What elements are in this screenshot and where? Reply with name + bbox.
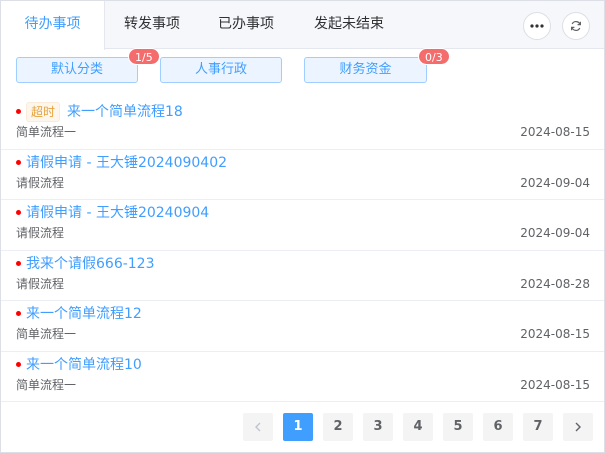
unread-dot <box>16 260 21 266</box>
list-item[interactable]: 请假申请 - 王大锤2024090402 请假流程 2024-09-04 <box>1 150 604 200</box>
unread-dot <box>16 159 21 165</box>
item-date: 2024-08-15 <box>520 125 590 139</box>
list-item[interactable]: 超时 来一个简单流程18 简单流程一 2024-08-15 <box>1 99 604 150</box>
page-button[interactable]: 5 <box>443 413 473 441</box>
item-date: 2024-08-15 <box>520 327 590 341</box>
list-item[interactable]: 我来个请假666-123 请假流程 2024-08-28 <box>1 251 604 301</box>
page-button[interactable]: 6 <box>483 413 513 441</box>
page-button[interactable]: 3 <box>363 413 393 441</box>
item-process: 简单流程一 <box>16 327 77 341</box>
tab-bar: 待办事项 转发事项 已办事项 发起未结束 <box>1 1 604 50</box>
overdue-tag: 超时 <box>26 102 61 122</box>
item-title[interactable]: 请假申请 - 王大锤2024090402 <box>26 153 227 173</box>
page-button[interactable]: 7 <box>523 413 553 441</box>
category-default-badge: 1/5 <box>128 48 160 65</box>
tab-forwarded[interactable]: 转发事项 <box>105 1 199 49</box>
more-button[interactable] <box>523 12 551 40</box>
tab-done[interactable]: 已办事项 <box>199 1 293 49</box>
item-process: 请假流程 <box>16 175 65 190</box>
tab-started-unfinished[interactable]: 发起未结束 <box>293 1 405 49</box>
refresh-button[interactable] <box>562 12 590 40</box>
pagination-prev-button[interactable] <box>243 413 273 441</box>
more-icon <box>530 24 544 28</box>
unread-dot <box>16 109 21 114</box>
page-button[interactable]: 4 <box>403 413 433 441</box>
chevron-right-icon <box>563 422 593 432</box>
unread-dot <box>16 210 21 215</box>
item-process: 简单流程一 <box>16 377 77 392</box>
item-date: 2024-09-04 <box>520 226 590 240</box>
unread-dot <box>16 311 21 316</box>
item-date: 2024-09-04 <box>520 175 590 190</box>
item-date: 2024-08-15 <box>520 377 590 392</box>
todo-panel: 待办事项 转发事项 已办事项 发起未结束 默认分类 1/5 人事行政 财务资金 … <box>0 0 605 453</box>
category-default-button[interactable]: 默认分类 <box>16 57 138 83</box>
item-title[interactable]: 来一个简单流程18 <box>67 102 183 122</box>
item-title[interactable]: 我来个请假666-123 <box>26 254 155 274</box>
list-item[interactable]: 来一个简单流程12 简单流程一 2024-08-15 <box>1 301 604 352</box>
item-process: 请假流程 <box>16 226 65 240</box>
todo-list: 超时 来一个简单流程18 简单流程一 2024-08-15 请假申请 - 王大锤… <box>1 99 604 402</box>
item-title[interactable]: 来一个简单流程12 <box>26 304 142 324</box>
chevron-left-icon <box>243 422 273 432</box>
pagination-next-button[interactable] <box>563 413 593 441</box>
page-button[interactable]: 1 <box>283 413 313 441</box>
category-finance-badge: 0/3 <box>418 48 450 65</box>
category-finance-button[interactable]: 财务资金 <box>304 57 427 83</box>
refresh-icon <box>570 20 582 32</box>
tab-todo[interactable]: 待办事项 <box>1 1 105 50</box>
page-button[interactable]: 2 <box>323 413 353 441</box>
item-title[interactable]: 请假申请 - 王大锤20240904 <box>26 203 209 223</box>
list-item[interactable]: 请假申请 - 王大锤20240904 请假流程 2024-09-04 <box>1 200 604 251</box>
item-title[interactable]: 来一个简单流程10 <box>26 355 142 375</box>
item-process: 请假流程 <box>16 276 65 291</box>
list-item[interactable]: 来一个简单流程10 简单流程一 2024-08-15 <box>1 352 604 402</box>
item-date: 2024-08-28 <box>520 276 590 291</box>
unread-dot <box>16 361 21 367</box>
category-hr-admin-button[interactable]: 人事行政 <box>160 57 282 83</box>
item-process: 简单流程一 <box>16 125 77 139</box>
